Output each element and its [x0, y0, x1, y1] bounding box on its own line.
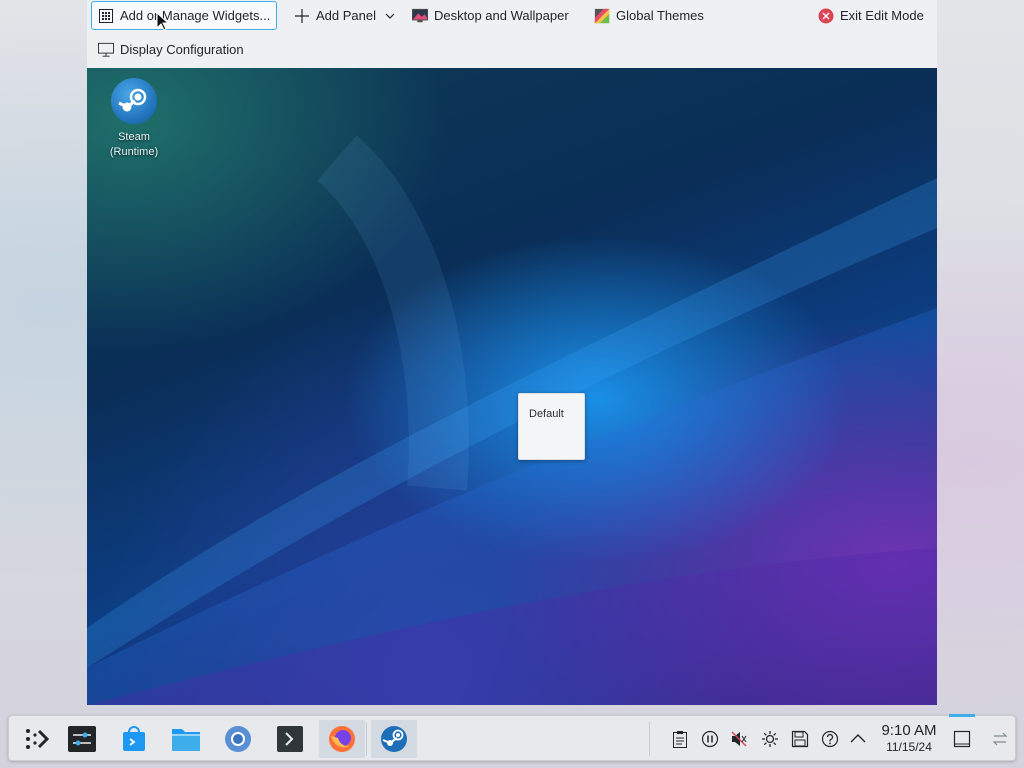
add-panel-label: Add Panel [316, 8, 376, 23]
default-activity-tile[interactable]: Default [518, 393, 585, 460]
edit-mode-toolbar: Add or Manage Widgets... Add Panel Deskt… [87, 0, 937, 68]
volume-muted-icon[interactable] [729, 729, 749, 749]
show-desktop-icon[interactable] [952, 729, 972, 749]
clock-date: 11/15/24 [886, 740, 932, 754]
desktop-wallpaper-label: Desktop and Wallpaper [434, 8, 569, 23]
add-panel-button[interactable]: Add Panel [287, 1, 405, 30]
display-configuration-button[interactable]: Display Configuration [91, 35, 251, 64]
steam-label-line2: (Runtime) [109, 146, 159, 158]
clipboard-icon[interactable] [670, 729, 690, 749]
discover-store-icon [123, 726, 145, 751]
desktop-wallpaper-button[interactable]: Desktop and Wallpaper [405, 1, 576, 30]
discover-button[interactable] [111, 720, 157, 758]
clock-time: 9:10 AM [881, 722, 937, 739]
dolphin-button[interactable] [163, 720, 209, 758]
global-themes-button[interactable]: Global Themes [587, 1, 711, 30]
mouse-cursor-icon [156, 12, 168, 31]
save-icon[interactable] [790, 729, 810, 749]
brightness-icon[interactable] [760, 729, 780, 749]
help-icon[interactable] [820, 729, 840, 749]
desktop-area[interactable]: Steam (Runtime) Default [87, 68, 937, 705]
firefox-button[interactable] [319, 720, 365, 758]
steam-label-line1: Steam [118, 131, 150, 143]
firefox-icon [329, 726, 355, 752]
widgets-grid-icon [98, 8, 114, 24]
default-tile-label: Default [529, 408, 564, 420]
app-launcher-button[interactable] [13, 720, 59, 758]
media-pause-icon[interactable] [700, 729, 720, 749]
panel-configure-icon[interactable] [990, 729, 1010, 749]
chromium-button[interactable] [215, 720, 261, 758]
steam-runtime-desktop-icon[interactable]: Steam (Runtime) [101, 78, 167, 160]
folder-icon [172, 729, 200, 751]
display-configuration-label: Display Configuration [120, 42, 244, 57]
steam-taskbar-button[interactable] [371, 720, 417, 758]
global-themes-label: Global Themes [616, 8, 704, 23]
wallpaper-icon [412, 8, 428, 24]
tray-separator [649, 722, 650, 756]
wallpaper-waves [87, 135, 937, 705]
global-themes-icon [594, 8, 610, 24]
close-circle-icon [818, 8, 834, 24]
steam-icon [381, 726, 407, 752]
chrome-icon [225, 726, 251, 752]
konsole-button[interactable] [267, 720, 313, 758]
taskbar-separator [366, 722, 367, 756]
chevron-down-icon [382, 8, 398, 24]
kde-launcher-icon [26, 729, 50, 749]
plus-icon [294, 8, 310, 24]
exit-edit-mode-label: Exit Edit Mode [840, 8, 924, 23]
system-settings-button[interactable] [59, 720, 105, 758]
digital-clock[interactable]: 9:10 AM 11/15/24 [877, 722, 941, 754]
add-widgets-button[interactable]: Add or Manage Widgets... [91, 1, 278, 30]
chevron-up-icon[interactable] [848, 729, 868, 749]
settings-sliders-icon [68, 726, 96, 752]
steam-runtime-label: Steam (Runtime) [110, 130, 158, 160]
panel-resize-handle[interactable] [949, 714, 975, 717]
monitor-icon [98, 42, 114, 58]
terminal-icon [277, 726, 303, 752]
exit-edit-mode-button[interactable]: Exit Edit Mode [811, 1, 931, 30]
add-widgets-label: Add or Manage Widgets... [120, 8, 271, 23]
bottom-panel: 9:10 AM 11/15/24 [8, 714, 1016, 761]
steam-icon [111, 78, 157, 124]
